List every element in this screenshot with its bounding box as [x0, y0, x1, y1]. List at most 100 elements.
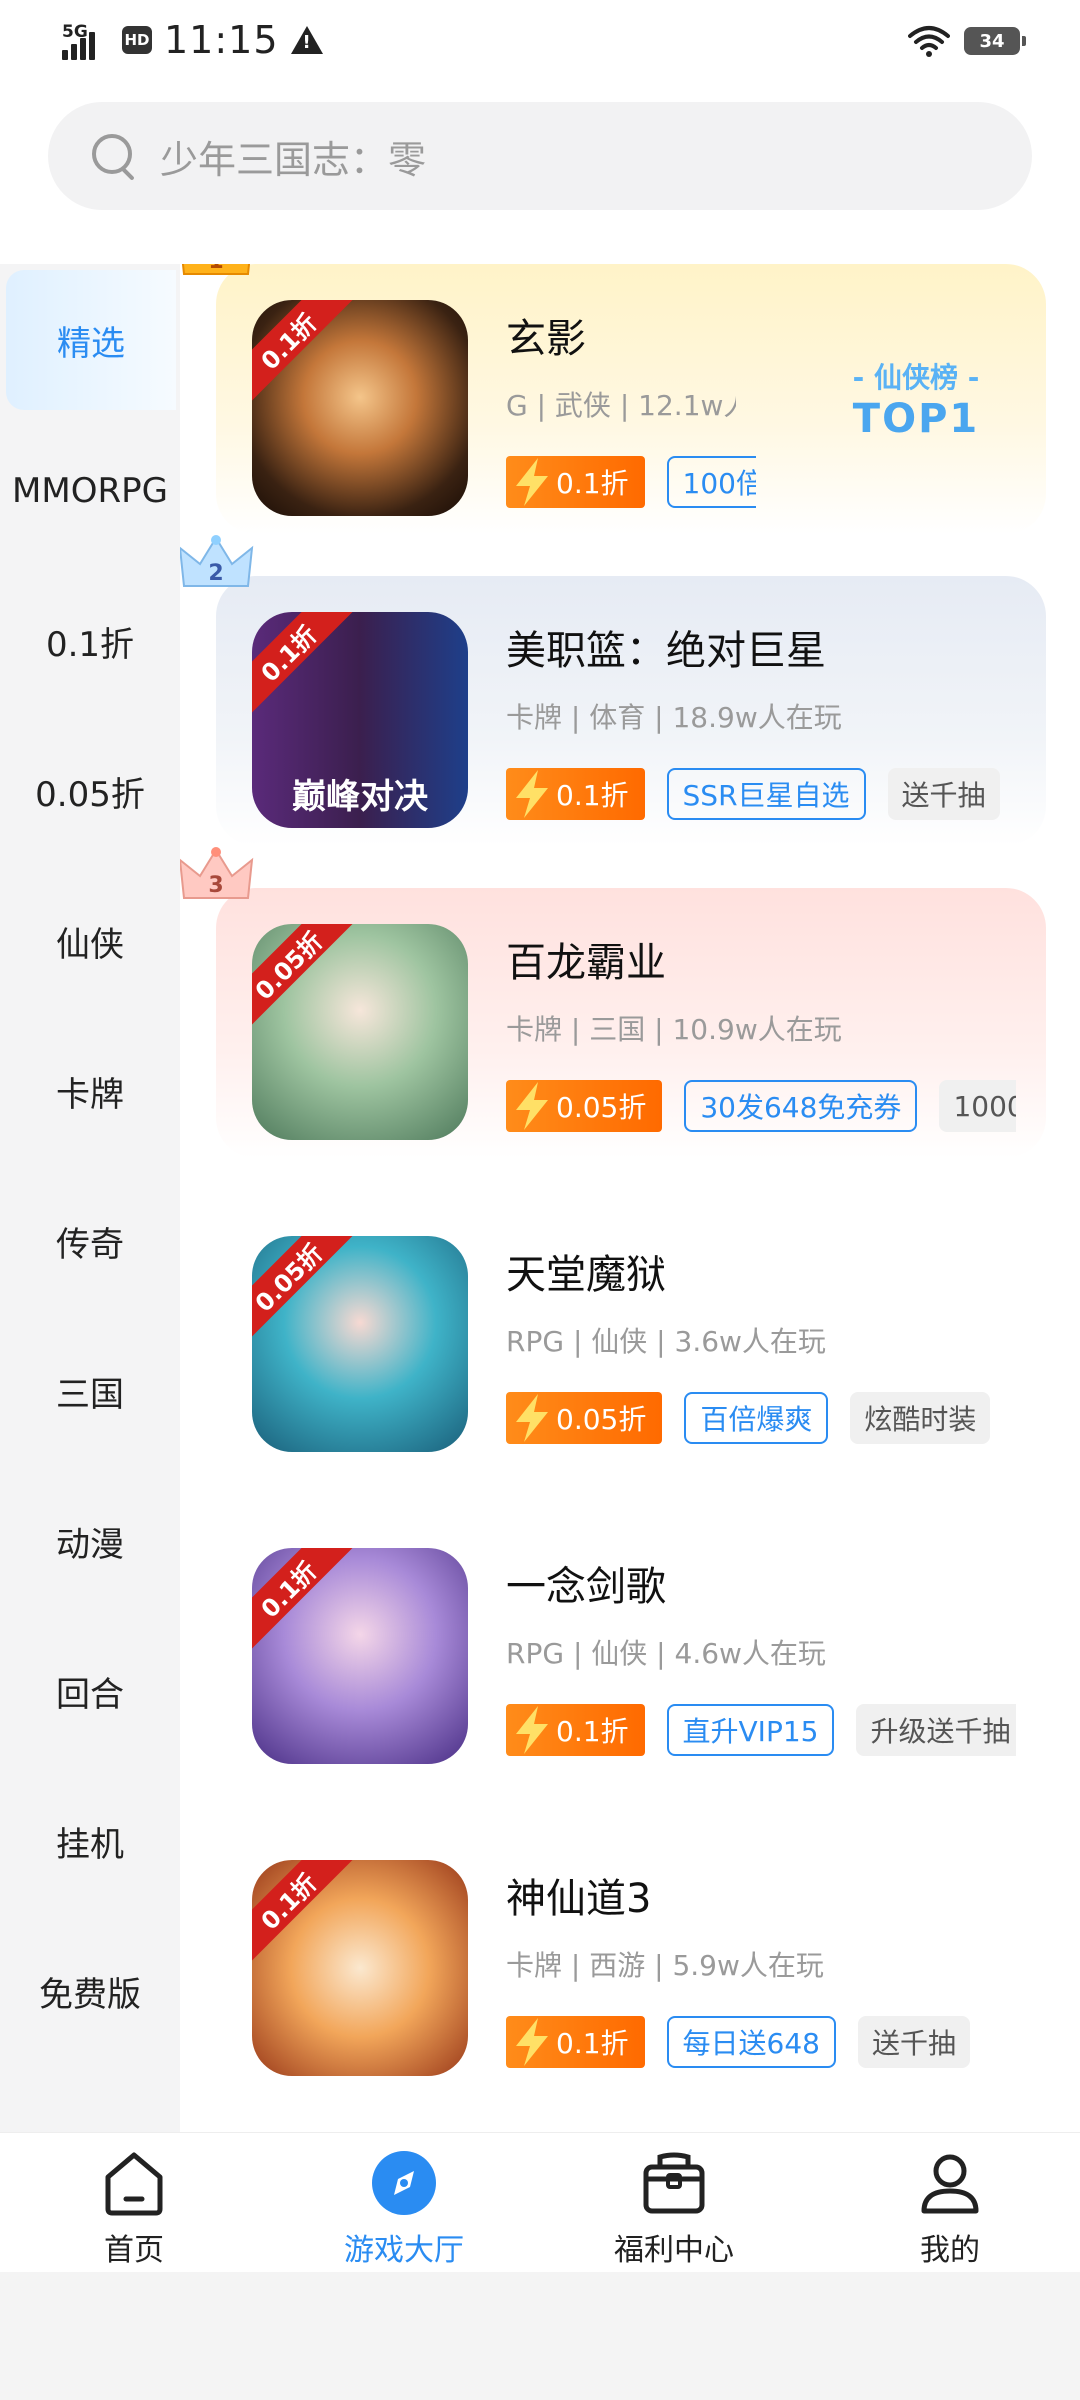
bonus-tag: 1000: [939, 1080, 1016, 1132]
discount-tag: 0.1折: [506, 768, 645, 820]
game-card[interactable]: 0.05折 天堂魔狱 RPG | 仙侠 | 3.6w人在玩 0.05折 百倍爆爽…: [216, 1200, 1046, 1470]
sidebar-item-three-kingdoms[interactable]: 三国: [0, 1316, 180, 1466]
rank-number: 3: [208, 873, 223, 898]
feature-tag: 百倍爆爽: [684, 1392, 829, 1444]
sidebar-item-card[interactable]: 卡牌: [0, 1016, 180, 1166]
search-placeholder: 少年三国志：零: [160, 137, 427, 182]
sidebar-item-anime[interactable]: 动漫: [0, 1466, 180, 1616]
game-tags: 0.05折 百倍爆爽 炫酷时装: [506, 1392, 1016, 1444]
sidebar-item-legend[interactable]: 传奇: [0, 1166, 180, 1316]
icon-caption: 巅峰对决: [292, 777, 428, 817]
sidebar-item-label: 精选: [57, 323, 125, 364]
sidebar-item-label: 0.1折: [45, 624, 135, 665]
game-title: 玄影: [506, 316, 586, 362]
signal-icon: 5G: [62, 20, 110, 60]
sidebar-item-label: 免费版: [39, 1974, 141, 2015]
sidebar-item-xianxia[interactable]: 仙侠: [0, 866, 180, 1016]
sidebar-item-label: 三国: [56, 1374, 124, 1415]
lightning-icon: [512, 1394, 552, 1442]
wifi-icon: [908, 24, 950, 58]
search-bar[interactable]: 少年三国志：零: [48, 102, 1032, 210]
game-title: 天堂魔狱: [506, 1252, 666, 1298]
game-title: 神仙道3: [506, 1876, 652, 1922]
sidebar-item-free[interactable]: 免费版: [0, 1916, 180, 2066]
network-type: 5G: [62, 22, 88, 42]
game-title: 美职篮：绝对巨星: [506, 628, 826, 674]
game-tags: 0.1折 每日送648 送千抽: [506, 2016, 1016, 2068]
lightning-icon: [512, 1706, 552, 1754]
game-icon[interactable]: 巅峰对决 0.1折: [252, 612, 468, 828]
game-title: 一念剑歌: [506, 1564, 666, 1610]
game-meta: 卡牌 | 西游 | 5.9w人在玩: [506, 1949, 824, 1982]
user-icon: [914, 2147, 986, 2219]
feature-tag: 每日送648: [666, 2016, 836, 2068]
sidebar-item-turn-based[interactable]: 回合: [0, 1616, 180, 1766]
game-list[interactable]: 1 0.1折 玄影 G | 武侠 | 12.1w人在玩 0.1折 100倍 - …: [180, 264, 1080, 2132]
sidebar-item-idle[interactable]: 挂机: [0, 1766, 180, 1916]
game-card[interactable]: 0.1折 神仙道3 卡牌 | 西游 | 5.9w人在玩 0.1折 每日送648 …: [216, 1824, 1046, 2094]
bonus-tag: 升级送千抽: [856, 1704, 1016, 1756]
game-card[interactable]: 3 0.05折 百龙霸业 卡牌 | 三国 | 10.9w人在玩 0.05折 30…: [180, 847, 1046, 1158]
lightning-icon: [512, 2018, 552, 2066]
sidebar-item-mmorpg[interactable]: MMORPG: [0, 416, 180, 566]
nav-game-hall[interactable]: 游戏大厅: [304, 2147, 504, 2268]
sidebar-item-label: 动漫: [56, 1524, 124, 1565]
system-nav-area: [0, 2272, 1080, 2400]
compass-icon: [368, 2147, 440, 2219]
nav-mine[interactable]: 我的: [850, 2147, 1050, 2268]
sidebar-item-label: 仙侠: [56, 924, 124, 965]
sidebar-item-0-05-discount[interactable]: 0.05折: [0, 716, 180, 866]
lightning-icon: [512, 458, 552, 506]
game-icon[interactable]: 0.1折: [252, 1548, 468, 1764]
feature-tag: 直升VIP15: [666, 1704, 835, 1756]
discount-tag: 0.1折: [506, 456, 645, 508]
game-icon[interactable]: 0.1折: [252, 300, 468, 516]
discount-tag: 0.05折: [506, 1392, 663, 1444]
game-card[interactable]: 1 0.1折 玄影 G | 武侠 | 12.1w人在玩 0.1折 100倍 - …: [181, 264, 1046, 534]
ranking-badge-rank: TOP1: [852, 396, 980, 442]
discount-label: 0.1折: [556, 2027, 629, 2060]
discount-label: 0.05折: [556, 1091, 647, 1124]
battery-icon: 34: [964, 27, 1026, 55]
discount-label: 0.1折: [556, 467, 629, 500]
sidebar-item-label: 0.05折: [35, 774, 145, 815]
warning-icon: [290, 26, 323, 54]
nav-welfare-center[interactable]: 福利中心: [574, 2147, 774, 2268]
feature-tag: SSR巨星自选: [666, 768, 866, 820]
game-icon[interactable]: 0.05折: [252, 1236, 468, 1452]
game-meta: G | 武侠 | 12.1w人在玩: [506, 389, 736, 422]
clock: 11:15: [164, 18, 279, 62]
nav-label: 首页: [104, 2233, 164, 2268]
lightning-icon: [512, 1082, 552, 1130]
bonus-tag: 炫酷时装: [850, 1392, 991, 1444]
game-card[interactable]: 0.1折 一念剑歌 RPG | 仙侠 | 4.6w人在玩 0.1折 直升VIP1…: [216, 1512, 1046, 1782]
feature-tag: 100倍: [666, 456, 756, 508]
rank-crown-icon: 2: [180, 534, 256, 598]
sidebar-item-label: MMORPG: [12, 471, 168, 511]
sidebar-item-featured[interactable]: 精选: [6, 270, 176, 410]
hd-icon: HD: [122, 26, 152, 54]
feature-tag: 30发648免充券: [684, 1080, 918, 1132]
game-meta: 卡牌 | 三国 | 10.9w人在玩: [506, 1013, 842, 1046]
ranking-badge: - 仙侠榜 - TOP1: [816, 344, 1016, 464]
game-icon[interactable]: 0.1折: [252, 1860, 468, 2076]
game-icon[interactable]: 0.05折: [252, 924, 468, 1140]
game-hall-screen: 5G HD 11:15 34 少年三国志：零: [0, 0, 1080, 2400]
game-title: 百龙霸业: [506, 940, 666, 986]
discount-label: 0.05折: [556, 1403, 647, 1436]
discount-label: 0.1折: [556, 779, 629, 812]
sidebar-item-0-1-discount[interactable]: 0.1折: [0, 566, 180, 716]
rank-number: 1: [208, 264, 223, 274]
ranking-badge-title: - 仙侠榜 -: [852, 361, 980, 394]
gift-box-icon: [638, 2147, 710, 2219]
game-card[interactable]: 2 巅峰对决 0.1折 美职篮：绝对巨星 卡牌 | 体育 | 18.9w人在玩 …: [180, 535, 1046, 846]
category-sidebar[interactable]: 精选 MMORPG 0.1折 0.05折 仙侠 卡牌 传奇 三国 动漫 回合 挂…: [0, 264, 180, 2132]
nav-home[interactable]: 首页: [34, 2147, 234, 2268]
status-bar: 5G HD 11:15 34: [0, 0, 1080, 84]
game-tags: 0.05折 30发648免充券 1000: [506, 1080, 1016, 1132]
game-tags: 0.1折 SSR巨星自选 送千抽: [506, 768, 1016, 820]
lightning-icon: [512, 770, 552, 818]
sidebar-item-label: 挂机: [56, 1824, 124, 1865]
rank-crown-icon: 1: [180, 264, 256, 286]
bottom-nav: 首页 游戏大厅 福利中心 我的: [0, 2132, 1080, 2272]
